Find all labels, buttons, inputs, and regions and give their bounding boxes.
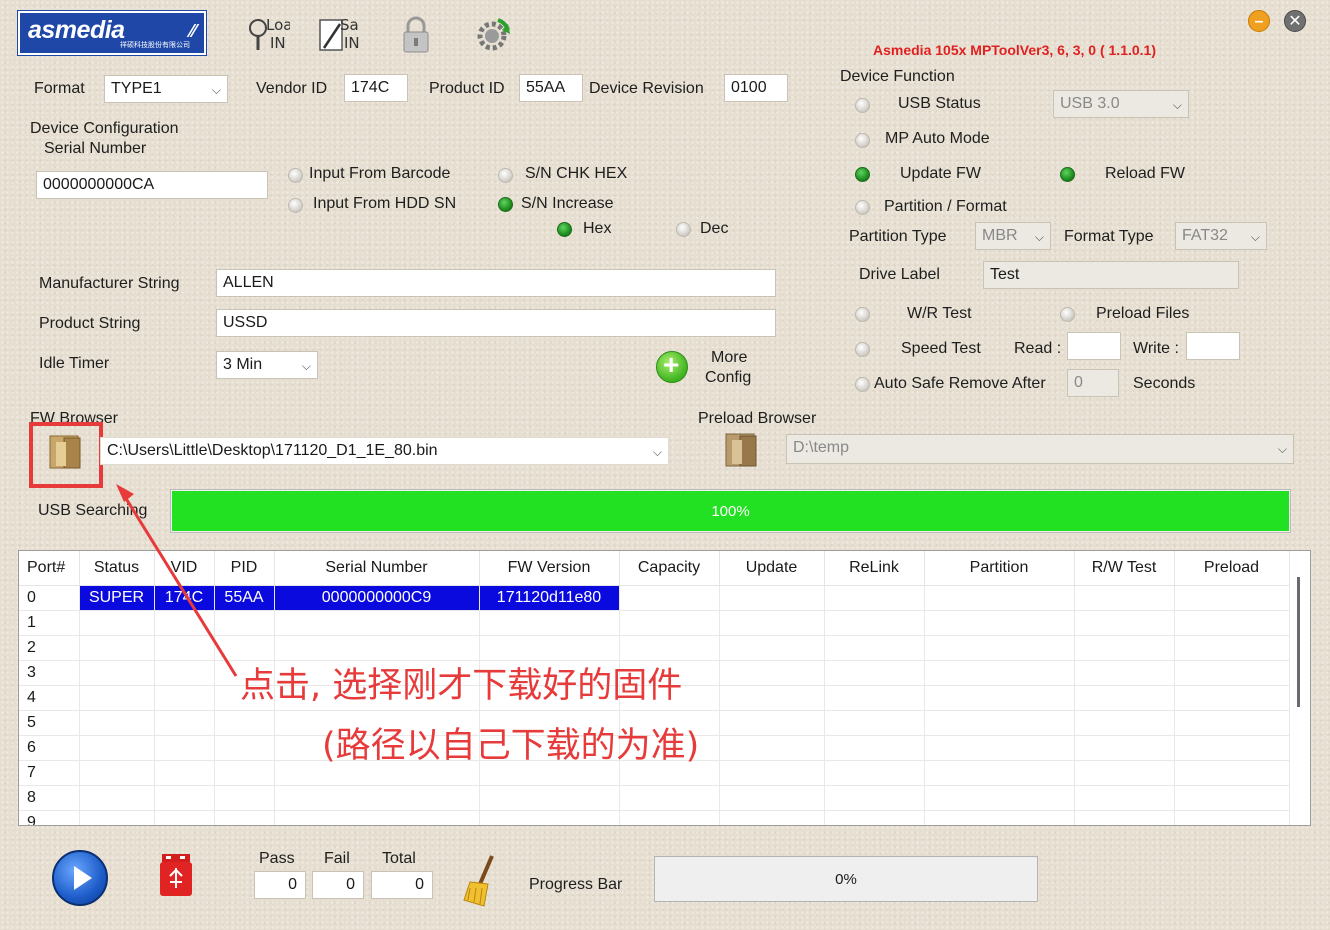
annotation-arrow bbox=[116, 484, 238, 677]
annotation-text-line-2: (路径以自己下载的为准) bbox=[322, 726, 700, 766]
annotation-text-line-1: 点击, 选择刚才下载好的固件 bbox=[240, 666, 683, 706]
